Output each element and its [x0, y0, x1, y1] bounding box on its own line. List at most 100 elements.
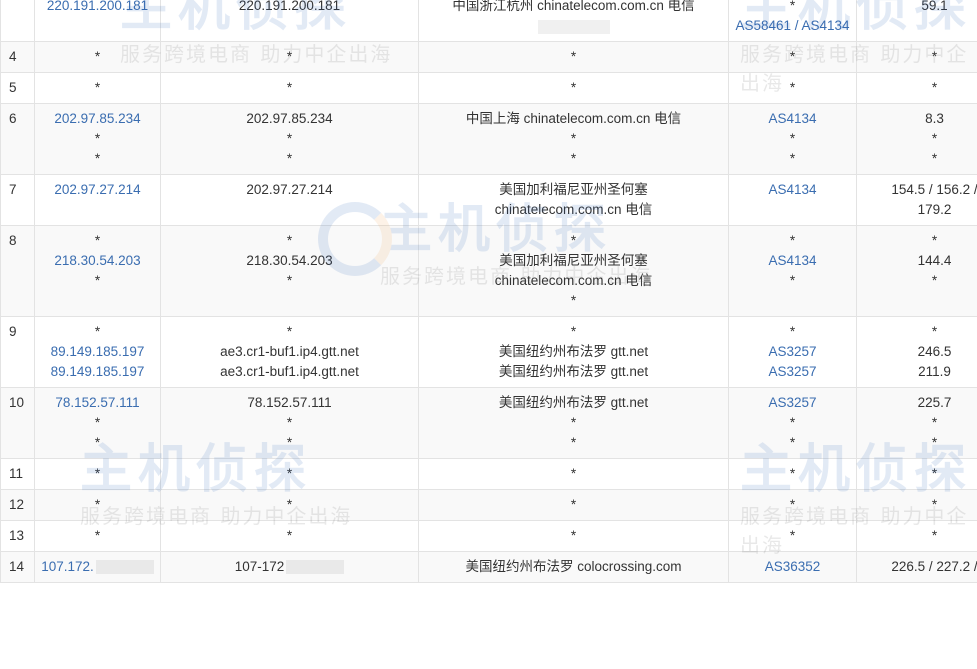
- cell-line: *: [94, 233, 101, 248]
- asn-link[interactable]: AS3257: [733, 393, 852, 413]
- cell-line: *: [789, 435, 796, 450]
- hop-number: 7: [9, 182, 17, 197]
- asn-link[interactable]: AS36352: [733, 557, 852, 577]
- asn-cell: * AS3257 AS3257: [728, 316, 857, 388]
- location-cell: 美国纽约州布法罗 colocrossing.com: [418, 551, 729, 583]
- cell-line: 美国纽约州布法罗 gtt.net: [498, 344, 649, 359]
- hop-number-cell: 9: [0, 316, 35, 388]
- hop-number-cell: 12: [0, 489, 35, 521]
- cell-line: *: [789, 80, 796, 95]
- ip-link[interactable]: 107.172.: [41, 559, 94, 574]
- hostname-cell: *: [160, 72, 419, 104]
- location-cell: *: [418, 520, 729, 552]
- cell-line: 美国纽约州布法罗 gtt.net: [498, 395, 649, 410]
- cell-line: 154.5 / 156.2 /: [891, 182, 977, 197]
- cell-line: 202.97.27.214: [246, 182, 333, 197]
- location-cell: *: [418, 41, 729, 73]
- hostname-cell: *: [160, 458, 419, 490]
- latency-cell: *: [856, 458, 977, 490]
- asn-cell: *: [728, 458, 857, 490]
- ip-link[interactable]: 78.152.57.111: [39, 393, 156, 413]
- asn-link[interactable]: AS4134: [733, 251, 852, 271]
- hop-row: 14 107.172. 107-172 美国纽约州布法罗 colocrossing.c…: [0, 551, 977, 583]
- asn-link[interactable]: AS3257: [733, 342, 852, 362]
- cell-line: *: [931, 415, 938, 430]
- cell-line: *: [286, 415, 293, 430]
- cell-line: *: [789, 0, 796, 13]
- ip-cell: *: [34, 520, 161, 552]
- cell-line: *: [570, 435, 577, 450]
- cell-line: *: [789, 151, 796, 166]
- latency-cell: *: [856, 72, 977, 104]
- ip-link[interactable]: 220.191.200.181: [39, 0, 156, 16]
- ip-link[interactable]: 202.97.85.234: [39, 109, 156, 129]
- cell-line: *: [789, 497, 796, 512]
- hostname-cell: 107-172: [160, 551, 419, 583]
- latency-cell: * 144.4 *: [856, 225, 977, 317]
- location-cell: * 美国纽约州布法罗 gtt.net 美国纽约州布法罗 gtt.net: [418, 316, 729, 388]
- hostname-cell: 202.97.85.234 * *: [160, 103, 419, 175]
- cell-line: *: [570, 466, 577, 481]
- hostname-cell: *: [160, 520, 419, 552]
- hop-number: 4: [9, 49, 17, 64]
- latency-cell: * 246.5 211.9: [856, 316, 977, 388]
- cell-line: *: [94, 497, 101, 512]
- cell-line: *: [789, 466, 796, 481]
- hop-number-cell: 8: [0, 225, 35, 317]
- hostname-cell: 220.191.200.181: [160, 0, 419, 42]
- cell-line: *: [570, 80, 577, 95]
- cell-line: *: [789, 131, 796, 146]
- hop-row: 7 202.97.27.214 202.97.27.214 美国加利福尼亚州圣何塞 ch…: [0, 174, 977, 226]
- latency-cell: *: [856, 520, 977, 552]
- cell-line: 中国上海 chinatelecom.com.cn 电信: [465, 111, 682, 126]
- latency-cell: 226.5 / 227.2 /: [856, 551, 977, 583]
- cell-line: chinatelecom.com.cn 电信: [494, 202, 653, 217]
- cell-line: *: [931, 273, 938, 288]
- hop-row: 4 * * * * *: [0, 41, 977, 73]
- ip-link[interactable]: 89.149.185.197: [39, 362, 156, 382]
- cell-line: *: [286, 528, 293, 543]
- cell-line: *: [94, 466, 101, 481]
- cell-line: *: [94, 324, 101, 339]
- location-cell: *: [418, 72, 729, 104]
- hostname-cell: * ae3.cr1-buf1.ip4.gtt.net ae3.cr1-buf1.ip…: [160, 316, 419, 388]
- hop-number: 6: [9, 111, 17, 126]
- hop-number: 12: [9, 497, 25, 512]
- asn-link[interactable]: AS58461 / AS4134: [733, 16, 852, 36]
- cell-line: *: [931, 49, 938, 64]
- latency-cell: 225.7 * *: [856, 387, 977, 459]
- ip-cell: *: [34, 72, 161, 104]
- asn-link[interactable]: AS3257: [733, 362, 852, 382]
- ip-link[interactable]: 89.149.185.197: [39, 342, 156, 362]
- cell-line: *: [931, 151, 938, 166]
- asn-link[interactable]: AS4134: [733, 109, 852, 129]
- cell-line: *: [286, 49, 293, 64]
- hop-number: 13: [9, 528, 25, 543]
- cell-line: *: [94, 435, 101, 450]
- hop-number-cell: 5: [0, 72, 35, 104]
- cell-line: *: [570, 528, 577, 543]
- asn-cell: * AS58461 / AS4134: [728, 0, 857, 42]
- hop-number: 10: [9, 395, 25, 410]
- hop-number-cell: 7: [0, 174, 35, 226]
- cell-line: *: [94, 151, 101, 166]
- cell-line: *: [931, 324, 938, 339]
- redacted-area: [95, 560, 154, 575]
- cell-line: 220.191.200.181: [238, 0, 341, 13]
- ip-link[interactable]: 202.97.27.214: [39, 180, 156, 200]
- latency-cell: *: [856, 489, 977, 521]
- cell-line: *: [789, 233, 796, 248]
- ip-cell: 202.97.27.214: [34, 174, 161, 226]
- ip-cell: *: [34, 41, 161, 73]
- ip-cell: 107.172.: [34, 551, 161, 583]
- cell-line: *: [931, 80, 938, 95]
- cell-line: *: [286, 324, 293, 339]
- cell-line: *: [931, 466, 938, 481]
- cell-line: *: [286, 497, 293, 512]
- asn-cell: *: [728, 520, 857, 552]
- asn-cell: * AS4134 *: [728, 225, 857, 317]
- asn-link[interactable]: AS4134: [733, 180, 852, 200]
- ip-link[interactable]: 218.30.54.203: [39, 251, 156, 271]
- cell-line: *: [286, 233, 293, 248]
- cell-line: 59.1: [921, 0, 948, 13]
